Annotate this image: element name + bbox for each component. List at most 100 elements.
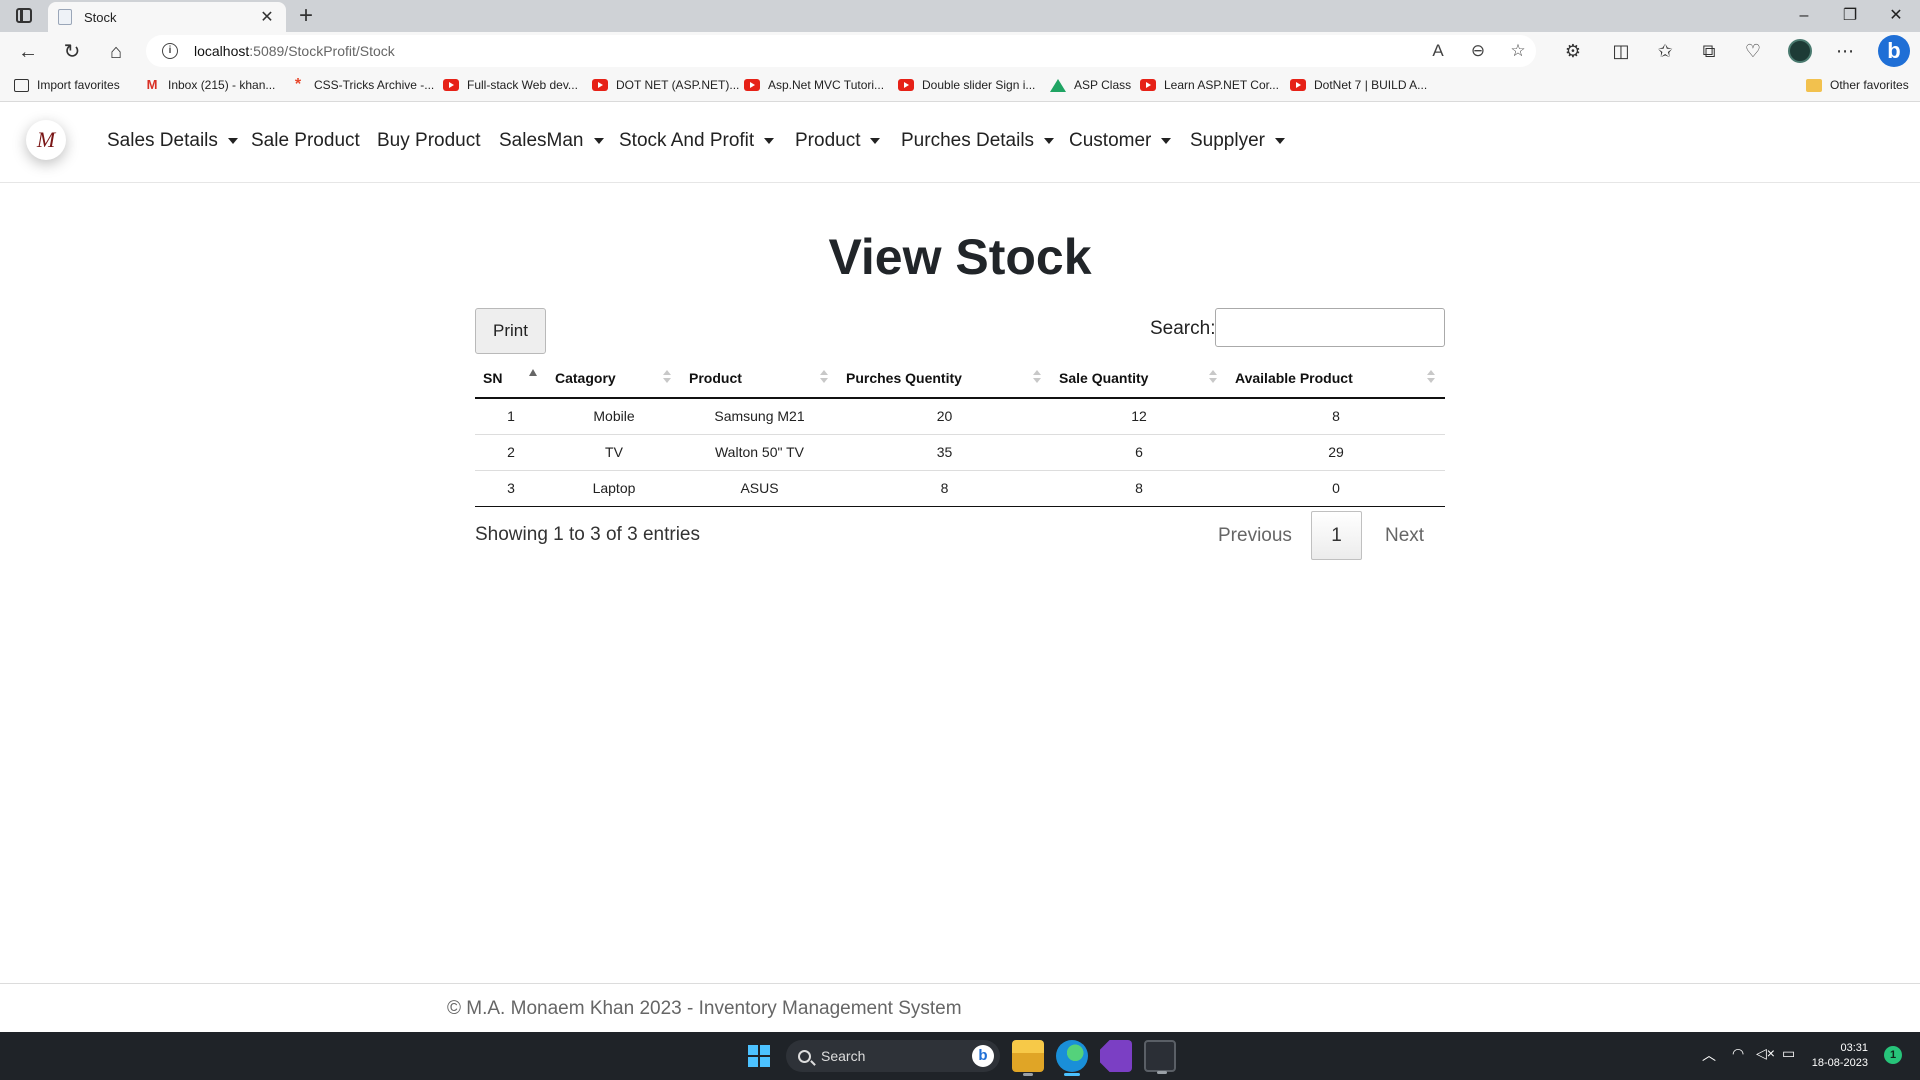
visual-studio-icon[interactable] <box>1100 1040 1132 1072</box>
volume-muted-icon[interactable]: ◁× <box>1756 1045 1775 1062</box>
battery-icon[interactable]: ▭ <box>1782 1045 1795 1062</box>
youtube-icon <box>898 79 914 91</box>
nav-buy-product[interactable]: Buy Product <box>377 130 481 152</box>
collections-icon[interactable]: ⧉ <box>1696 39 1722 63</box>
wifi-icon[interactable]: ◠ <box>1732 1045 1744 1062</box>
favorite-aspnet-mvc[interactable]: Asp.Net MVC Tutori... <box>744 78 884 92</box>
favorites-bar: Import favorites M Inbox (215) - khan... … <box>0 70 1920 102</box>
minimize-icon[interactable]: – <box>1784 4 1824 28</box>
pagination-next[interactable]: Next <box>1373 512 1436 560</box>
caret-down-icon <box>227 138 238 144</box>
nav-sales-details[interactable]: Sales Details <box>107 130 238 152</box>
system-clock[interactable]: 03:31 18-08-2023 <box>1808 1041 1868 1071</box>
folder-icon <box>1806 78 1822 92</box>
favorite-dotnet[interactable]: DOT NET (ASP.NET)... <box>592 78 739 92</box>
pagination-page-1[interactable]: 1 <box>1311 511 1362 560</box>
youtube-icon <box>744 79 760 91</box>
home-icon[interactable]: ⌂ <box>102 38 130 66</box>
profile-avatar[interactable] <box>1788 39 1812 63</box>
nav-customer[interactable]: Customer <box>1069 130 1172 152</box>
cell-catagory: TV <box>547 434 681 471</box>
favorite-dotnet7[interactable]: DotNet 7 | BUILD A... <box>1290 78 1427 92</box>
zoom-icon[interactable]: ⊖ <box>1466 41 1490 61</box>
column-header-available-product[interactable]: Available Product <box>1227 358 1445 399</box>
favorite-fullstack[interactable]: Full-stack Web dev... <box>443 78 578 92</box>
address-bar[interactable]: i localhost:5089/StockProfit/Stock A ⊖ ☆ <box>146 35 1536 67</box>
close-tab-icon[interactable]: ✕ <box>258 7 276 27</box>
file-explorer-icon[interactable] <box>1012 1040 1044 1076</box>
favorite-css-tricks[interactable]: * CSS-Tricks Archive -... <box>290 76 434 93</box>
favorite-other[interactable]: Other favorites <box>1806 78 1909 92</box>
browser-essentials-icon[interactable]: ♡ <box>1740 39 1766 63</box>
tab-actions-icon[interactable] <box>16 8 32 23</box>
terminal-icon[interactable] <box>1144 1040 1176 1074</box>
table-row: 1 Mobile Samsung M21 20 12 8 <box>475 398 1445 435</box>
table-row: 3 Laptop ASUS 8 8 0 <box>475 470 1445 507</box>
css-tricks-icon: * <box>294 76 302 93</box>
print-button[interactable]: Print <box>475 308 546 354</box>
split-screen-icon[interactable]: ◫ <box>1608 39 1634 63</box>
windows-start-icon[interactable] <box>748 1045 770 1067</box>
column-header-catagory[interactable]: Catagory <box>547 358 681 399</box>
favorite-learn-aspnet[interactable]: Learn ASP.NET Cor... <box>1140 78 1279 92</box>
favorite-import[interactable]: Import favorites <box>14 78 120 92</box>
column-header-product[interactable]: Product <box>681 358 838 399</box>
search-input[interactable] <box>1215 308 1445 347</box>
cell-available-product: 0 <box>1227 470 1445 507</box>
address-toolbar: ← ↻ ⌂ i localhost:5089/StockProfit/Stock… <box>0 32 1920 70</box>
table-header-row: SN Catagory Product Purches Quentity Sal… <box>475 358 1445 399</box>
cell-catagory: Mobile <box>547 398 681 435</box>
favorites-icon[interactable]: ✩ <box>1652 39 1678 63</box>
site-info-icon[interactable]: i <box>162 43 178 59</box>
browser-tab-strip: Stock ✕ + – ❐ ✕ <box>0 0 1920 32</box>
restore-icon[interactable]: ❐ <box>1830 4 1870 28</box>
nav-product[interactable]: Product <box>795 130 881 152</box>
tab-stock[interactable]: Stock ✕ <box>48 2 286 32</box>
search-label: Search: <box>1150 318 1216 339</box>
nav-stock-and-profit[interactable]: Stock And Profit <box>619 130 775 152</box>
favorite-double-slider[interactable]: Double slider Sign i... <box>898 78 1035 92</box>
edge-browser-icon[interactable] <box>1056 1040 1088 1076</box>
extensions-icon[interactable]: ⚙ <box>1560 39 1586 63</box>
new-tab-button[interactable]: + <box>294 2 318 30</box>
favorite-gmail[interactable]: M Inbox (215) - khan... <box>144 78 276 92</box>
nav-salesman[interactable]: SalesMan <box>499 130 604 152</box>
column-header-sale-quantity[interactable]: Sale Quantity <box>1051 358 1227 399</box>
stock-table: SN Catagory Product Purches Quentity Sal… <box>475 358 1445 507</box>
pagination-previous[interactable]: Previous <box>1206 512 1304 560</box>
footer-text: © M.A. Monaem Khan 2023 - Inventory Mana… <box>447 998 962 1019</box>
column-header-sn[interactable]: SN <box>475 358 547 399</box>
read-aloud-icon[interactable]: A <box>1426 41 1450 61</box>
cell-product: Walton 50" TV <box>681 434 838 471</box>
nav-purches-details[interactable]: Purches Details <box>901 130 1055 152</box>
page-title: View Stock <box>828 229 1092 285</box>
sort-icon <box>1209 370 1217 384</box>
search-icon <box>798 1049 811 1063</box>
bing-icon: b <box>972 1045 994 1067</box>
taskbar-search[interactable]: Search b <box>786 1040 1000 1072</box>
youtube-icon <box>443 79 459 91</box>
cell-available-product: 8 <box>1227 398 1445 435</box>
close-window-icon[interactable]: ✕ <box>1876 4 1916 28</box>
google-drive-icon <box>1050 78 1066 92</box>
nav-supplyer[interactable]: Supplyer <box>1190 130 1285 152</box>
refresh-icon[interactable]: ↻ <box>58 38 86 66</box>
bing-copilot-icon[interactable]: b <box>1878 35 1910 67</box>
favorite-star-icon[interactable]: ☆ <box>1506 41 1530 61</box>
show-hidden-icons[interactable]: ︿ <box>1702 1045 1716 1065</box>
sort-icon <box>1033 370 1041 384</box>
back-icon[interactable]: ← <box>14 38 42 66</box>
nav-sale-product[interactable]: Sale Product <box>251 130 360 152</box>
notification-badge[interactable]: 1 <box>1884 1046 1902 1064</box>
sort-icon <box>663 370 671 384</box>
cell-purches-quentity: 8 <box>838 470 1051 507</box>
favorite-asp-class[interactable]: ASP Class <box>1050 78 1131 92</box>
table-row: 2 TV Walton 50" TV 35 6 29 <box>475 434 1445 471</box>
brand-logo[interactable]: M <box>26 120 66 160</box>
page-footer: © M.A. Monaem Khan 2023 - Inventory Mana… <box>0 983 1920 1032</box>
url-path: :5089/StockProfit/Stock <box>249 43 395 59</box>
caret-down-icon <box>1275 138 1285 144</box>
column-header-purches-quentity[interactable]: Purches Quentity <box>838 358 1051 399</box>
cell-sale-quantity: 12 <box>1051 398 1227 435</box>
more-options-icon[interactable]: ⋯ <box>1832 39 1858 63</box>
